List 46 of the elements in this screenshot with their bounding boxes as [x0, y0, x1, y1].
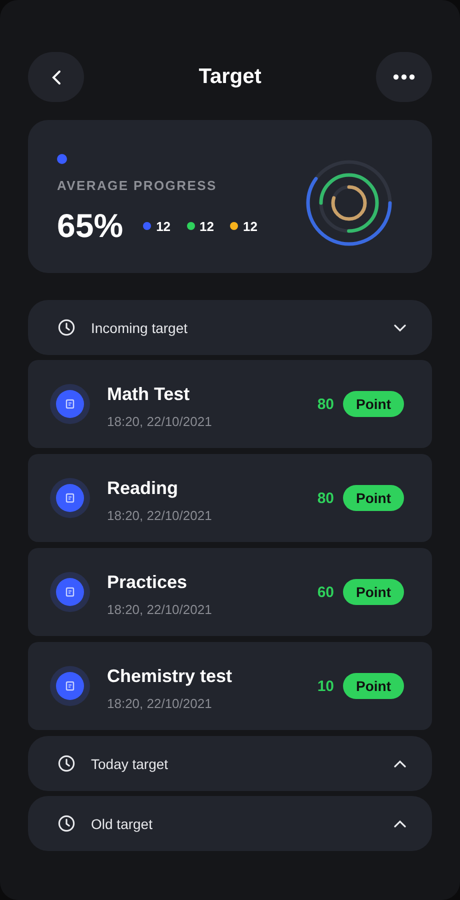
section-label: Today target — [91, 756, 170, 772]
target-time: 18:20, 22/10/2021 — [107, 602, 213, 616]
target-title: Math Test — [107, 384, 191, 404]
target-score: 80 — [317, 490, 334, 506]
target-card[interactable]: Reading 18:20, 22/10/2021 80 Point — [28, 454, 432, 542]
point-tag: Point — [343, 673, 404, 699]
point-tag: Point — [343, 485, 404, 511]
target-card[interactable]: Chemistry test 18:20, 22/10/2021 10 Point — [28, 642, 432, 730]
target-time: 18:20, 22/10/2021 — [107, 696, 213, 710]
status-dot — [57, 154, 67, 164]
progress-label: AVERAGE PROGRESS — [57, 178, 218, 193]
legend-count: 12 — [156, 218, 171, 234]
section-header[interactable]: Old target — [28, 796, 432, 851]
target-title: Chemistry test — [107, 666, 234, 686]
target-time: 18:20, 22/10/2021 — [107, 508, 213, 522]
section-header[interactable]: Today target — [28, 736, 432, 791]
target-score: 80 — [317, 396, 334, 412]
target-score: 60 — [317, 584, 334, 600]
document-icon — [50, 478, 90, 518]
target-score: 10 — [317, 678, 334, 694]
section-header[interactable]: Incoming target — [28, 300, 432, 355]
back-icon — [52, 70, 60, 84]
point-tag: Point — [343, 579, 404, 605]
point-tag: Point — [343, 391, 404, 417]
more-button[interactable] — [376, 52, 432, 102]
clock-icon — [58, 319, 75, 336]
more-icon — [393, 74, 415, 80]
target-title: Reading — [107, 478, 180, 498]
chevron-icon[interactable] — [394, 760, 406, 768]
progress-value: 65% — [57, 207, 124, 245]
document-icon — [50, 384, 90, 424]
chevron-icon[interactable] — [394, 324, 406, 332]
target-time: 18:20, 22/10/2021 — [107, 414, 213, 428]
document-icon — [50, 666, 90, 706]
legend-count: 12 — [200, 218, 214, 234]
target-title: Practices — [107, 572, 188, 592]
clock-icon — [58, 755, 75, 772]
section-label: Old target — [91, 816, 154, 832]
target-card[interactable]: Practices 18:20, 22/10/2021 60 Point — [28, 548, 432, 636]
target-card[interactable]: Math Test 18:20, 22/10/2021 80 Point — [28, 360, 432, 448]
section-label: Incoming target — [91, 320, 188, 336]
legend-count: 12 — [243, 218, 258, 234]
clock-icon — [58, 815, 75, 832]
document-icon — [50, 572, 90, 612]
chevron-icon[interactable] — [394, 820, 406, 828]
page-title: Target — [198, 65, 262, 89]
